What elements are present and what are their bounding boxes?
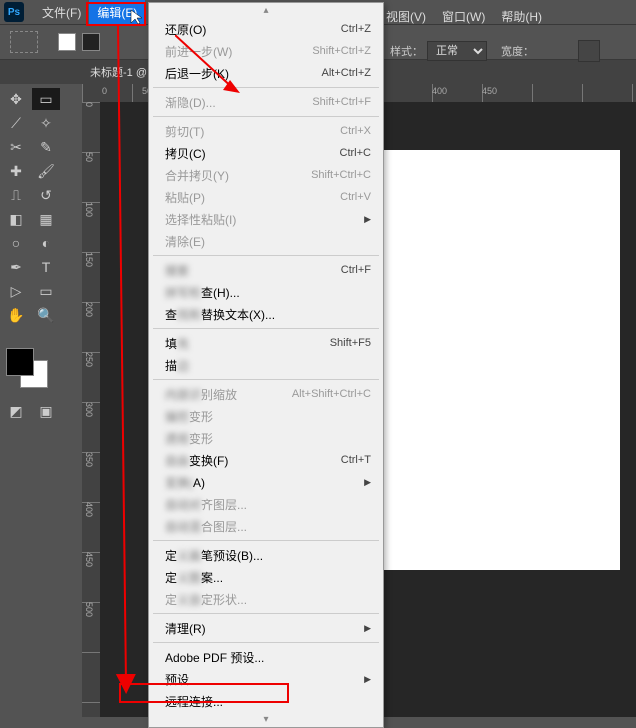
- swatch-white[interactable]: [58, 33, 76, 51]
- quickmask-tool[interactable]: ◩: [2, 400, 30, 422]
- chevron-right-icon: ▶: [364, 623, 371, 634]
- path-tool[interactable]: ▷: [2, 280, 30, 302]
- style-select[interactable]: 正常: [427, 41, 487, 61]
- stamp-tool[interactable]: ⎍: [2, 184, 30, 206]
- dodge-tool[interactable]: ◐: [32, 232, 60, 254]
- menu-edit[interactable]: 编辑(E): [89, 0, 145, 25]
- menu-undo[interactable]: 还原(O)Ctrl+Z: [149, 18, 383, 40]
- menu-define-shape[interactable]: 定义自定形状...: [149, 588, 383, 610]
- menu-puppet-warp[interactable]: 操控变形: [149, 405, 383, 427]
- menu-copy[interactable]: 拷贝(C)Ctrl+C: [149, 142, 383, 164]
- menu-step-back[interactable]: 后退一步(K)Alt+Ctrl+Z: [149, 62, 383, 84]
- menu-fade[interactable]: 渐隐(D)...Shift+Ctrl+F: [149, 91, 383, 113]
- crop-tool[interactable]: ✂: [2, 136, 30, 158]
- menu-adobe-pdf[interactable]: Adobe PDF 预设...: [149, 646, 383, 668]
- type-tool[interactable]: T: [32, 256, 60, 278]
- menu-fill[interactable]: 填充Shift+F5: [149, 332, 383, 354]
- foreground-swatch[interactable]: [6, 348, 34, 376]
- wand-tool[interactable]: ✧: [32, 112, 60, 134]
- menu-transform[interactable]: 变换(A)▶: [149, 471, 383, 493]
- brush-tool[interactable]: 🖌: [32, 160, 60, 182]
- menu-help[interactable]: 帮助(H): [493, 4, 550, 29]
- gradient-tool[interactable]: ▦: [32, 208, 60, 230]
- menu-stroke[interactable]: 描边: [149, 354, 383, 376]
- menu-paste-special[interactable]: 选择性粘贴(I)▶: [149, 208, 383, 230]
- lasso-tool[interactable]: ⟋: [2, 112, 30, 134]
- style-label: 样式：: [390, 43, 423, 59]
- menu-find-replace[interactable]: 查找和替换文本(X)...: [149, 303, 383, 325]
- marquee-preview[interactable]: [10, 31, 38, 53]
- menu-expand-icon[interactable]: ▾: [149, 712, 383, 727]
- chevron-right-icon: ▶: [364, 674, 371, 685]
- tools-panel: ✥ ▭ ⟋ ✧ ✂ ✎ ✚ 🖌 ⎍ ↺ ◧ ▦ ○ ◐ ✒ T ▷ ▭ ✋ 🔍 …: [0, 84, 70, 426]
- menu-purge[interactable]: 清理(R)▶: [149, 617, 383, 639]
- menu-check-spelling[interactable]: 拼写检查(H)...: [149, 281, 383, 303]
- swatch-black[interactable]: [82, 33, 100, 51]
- menu-perspective-warp[interactable]: 透视变形: [149, 427, 383, 449]
- menu-collapse-icon[interactable]: ▴: [149, 3, 383, 18]
- shape-tool[interactable]: ▭: [32, 280, 60, 302]
- color-swatches[interactable]: [2, 348, 62, 398]
- menu-window[interactable]: 窗口(W): [434, 4, 493, 29]
- marquee-tool[interactable]: ▭: [32, 88, 60, 110]
- app-logo: Ps: [4, 2, 24, 22]
- screenmode-tool[interactable]: ▣: [32, 400, 60, 422]
- menu-clear[interactable]: 清除(E): [149, 230, 383, 252]
- eyedropper-tool[interactable]: ✎: [32, 136, 60, 158]
- menu-define-brush[interactable]: 定义画笔预设(B)...: [149, 544, 383, 566]
- width-label: 宽度：: [501, 43, 534, 59]
- blur-tool[interactable]: ○: [2, 232, 30, 254]
- menu-free-transform[interactable]: 自由变换(F)Ctrl+T: [149, 449, 383, 471]
- menu-cut[interactable]: 剪切(T)Ctrl+X: [149, 120, 383, 142]
- menu-file[interactable]: 文件(F): [34, 0, 89, 25]
- menu-auto-blend[interactable]: 自动混合图层...: [149, 515, 383, 537]
- document-tab[interactable]: 未标题-1 @: [82, 60, 155, 84]
- menu-copy-merged[interactable]: 合并拷贝(Y)Shift+Ctrl+C: [149, 164, 383, 186]
- zoom-tool[interactable]: 🔍: [32, 304, 60, 326]
- chevron-right-icon: ▶: [364, 477, 371, 488]
- menu-step-forward[interactable]: 前进一步(W)Shift+Ctrl+Z: [149, 40, 383, 62]
- heal-tool[interactable]: ✚: [2, 160, 30, 182]
- menu-search[interactable]: 搜索Ctrl+F: [149, 259, 383, 281]
- menu-content-aware-scale[interactable]: 内容识别缩放Alt+Shift+Ctrl+C: [149, 383, 383, 405]
- ruler-vertical: 0 50 100 150 200 250 300 350 400 450 500: [82, 102, 100, 717]
- swap-icon[interactable]: [578, 40, 600, 62]
- move-tool[interactable]: ✥: [2, 88, 30, 110]
- eraser-tool[interactable]: ◧: [2, 208, 30, 230]
- hand-tool[interactable]: ✋: [2, 304, 30, 326]
- edit-dropdown: ▴ 还原(O)Ctrl+Z 前进一步(W)Shift+Ctrl+Z 后退一步(K…: [148, 2, 384, 728]
- menu-paste[interactable]: 粘贴(P)Ctrl+V: [149, 186, 383, 208]
- pen-tool[interactable]: ✒: [2, 256, 30, 278]
- chevron-right-icon: ▶: [364, 214, 371, 225]
- history-brush-tool[interactable]: ↺: [32, 184, 60, 206]
- menu-view[interactable]: 视图(V): [378, 4, 434, 29]
- menu-auto-align[interactable]: 自动对齐图层...: [149, 493, 383, 515]
- menu-remote[interactable]: 远程连接...: [149, 690, 383, 712]
- menu-define-pattern[interactable]: 定义图案...: [149, 566, 383, 588]
- menu-presets[interactable]: 预设▶: [149, 668, 383, 690]
